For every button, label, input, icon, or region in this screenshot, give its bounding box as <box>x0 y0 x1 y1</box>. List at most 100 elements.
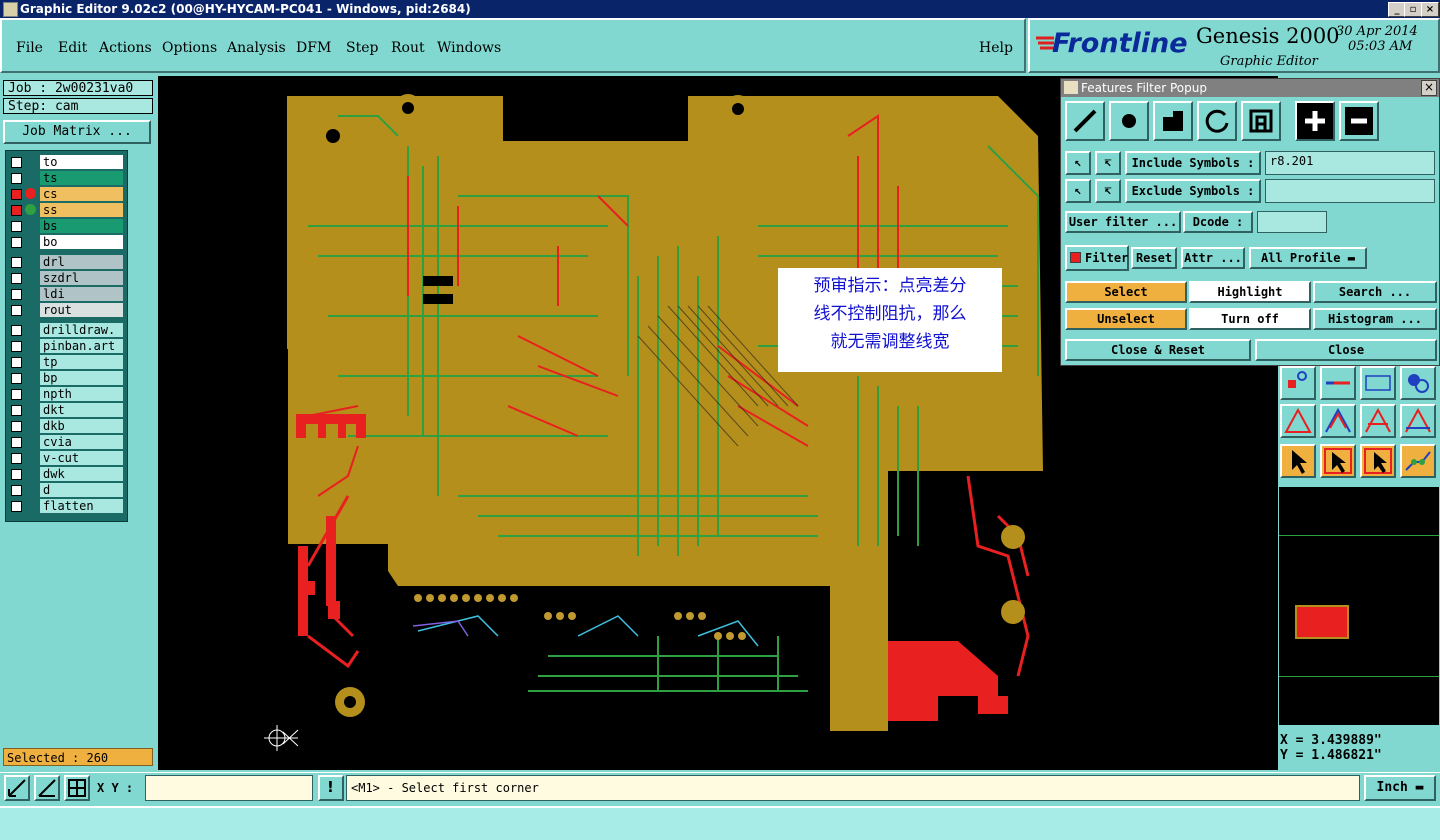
menu-help[interactable]: Help <box>979 40 1013 56</box>
layer-checkbox[interactable] <box>11 237 22 248</box>
units-dropdown[interactable]: Inch ▬ <box>1364 775 1436 801</box>
text-type-toggle[interactable] <box>1241 101 1281 141</box>
grid-tool-icon[interactable] <box>64 775 90 801</box>
layer-row-tp[interactable]: tp <box>8 355 124 369</box>
triangle-red-icon[interactable] <box>1280 404 1316 438</box>
layer-row-cs[interactable]: cs <box>8 187 124 201</box>
pad-type-toggle[interactable] <box>1109 101 1149 141</box>
layer-row-dkt[interactable]: dkt <box>8 403 124 417</box>
layer-checkbox[interactable] <box>11 305 22 316</box>
close-button[interactable]: Close <box>1255 339 1437 361</box>
pointer-tool-icon[interactable] <box>1280 444 1316 478</box>
measure-box-icon[interactable] <box>1360 366 1396 400</box>
close-reset-button[interactable]: Close & Reset <box>1065 339 1251 361</box>
layer-row-drilldraw[interactable]: drilldraw. <box>8 323 124 337</box>
exclude-symbols-input[interactable] <box>1265 179 1435 203</box>
menu-step[interactable]: Step <box>346 40 378 56</box>
include-arrow-icon[interactable]: ↖ <box>1065 151 1091 175</box>
layer-checkbox[interactable] <box>11 257 22 268</box>
menu-actions[interactable]: Actions <box>99 40 152 56</box>
layer-row-v-cut[interactable]: v-cut <box>8 451 124 465</box>
popup-close-icon[interactable]: × <box>1421 80 1437 96</box>
include-symbols-input[interactable]: r8.201 <box>1265 151 1435 175</box>
layer-row-ldi[interactable]: ldi <box>8 287 124 301</box>
arc-type-toggle[interactable] <box>1197 101 1237 141</box>
layer-row-flatten[interactable]: flatten <box>8 499 124 513</box>
maximize-button[interactable]: ▫ <box>1404 2 1422 17</box>
pointer-box-icon[interactable] <box>1320 444 1356 478</box>
menu-windows[interactable]: Windows <box>437 40 501 56</box>
exclude-arrow-icon[interactable]: ↖ <box>1065 179 1091 203</box>
turn-off-button[interactable]: Turn off <box>1189 308 1311 330</box>
layer-checkbox[interactable] <box>11 373 22 384</box>
layer-row-bo[interactable]: bo <box>8 235 124 249</box>
layer-row-ss[interactable]: ss <box>8 203 124 217</box>
layer-checkbox[interactable] <box>11 157 22 168</box>
user-filter-button[interactable]: User filter ... <box>1065 211 1181 233</box>
layer-checkbox[interactable] <box>11 501 22 512</box>
attr-button[interactable]: Attr ... <box>1181 247 1245 269</box>
zoom-tool-icon[interactable] <box>4 775 30 801</box>
layer-checkbox[interactable] <box>11 357 22 368</box>
positive-polarity-icon[interactable] <box>1295 101 1335 141</box>
exclude-popup-icon[interactable]: ↸ <box>1095 179 1121 203</box>
menu-file[interactable]: File <box>16 40 43 56</box>
layer-row-rout[interactable]: rout <box>8 303 124 317</box>
layer-checkbox[interactable] <box>11 405 22 416</box>
layer-checkbox[interactable] <box>11 273 22 284</box>
layer-checkbox[interactable] <box>11 485 22 496</box>
unselect-button[interactable]: Unselect <box>1065 308 1187 330</box>
surface-type-toggle[interactable] <box>1153 101 1193 141</box>
search-button[interactable]: Search ... <box>1313 281 1437 303</box>
layers-compare-icon[interactable] <box>1400 366 1436 400</box>
layer-checkbox[interactable] <box>11 289 22 300</box>
measure-line-icon[interactable] <box>1320 366 1356 400</box>
layer-row-d[interactable]: d <box>8 483 124 497</box>
line-type-toggle[interactable] <box>1065 101 1105 141</box>
select-button[interactable]: Select <box>1065 281 1187 303</box>
highlight-button[interactable]: Highlight <box>1189 281 1311 303</box>
layer-row-to[interactable]: to <box>8 155 124 169</box>
layer-checkbox[interactable] <box>11 389 22 400</box>
alert-icon[interactable]: ! <box>318 775 344 801</box>
menu-options[interactable]: Options <box>162 40 217 56</box>
overview-viewport[interactable] <box>1295 605 1349 639</box>
layer-row-bp[interactable]: bp <box>8 371 124 385</box>
route-tool-icon[interactable] <box>1400 444 1436 478</box>
layer-checkbox[interactable] <box>11 189 22 200</box>
menu-rout[interactable]: Rout <box>391 40 425 56</box>
menu-analysis[interactable]: Analysis <box>227 40 286 56</box>
histogram-button[interactable]: Histogram ... <box>1313 308 1437 330</box>
negative-polarity-icon[interactable] <box>1339 101 1379 141</box>
layer-checkbox[interactable] <box>11 221 22 232</box>
snap-tool-icon[interactable] <box>1280 366 1316 400</box>
job-matrix-button[interactable]: Job Matrix ... <box>3 120 151 144</box>
filter-checkbox[interactable]: Filter <box>1065 245 1129 271</box>
triangle-mixed-icon[interactable] <box>1320 404 1356 438</box>
layer-row-dkb[interactable]: dkb <box>8 419 124 433</box>
menu-dfm[interactable]: DFM <box>296 40 331 56</box>
layer-row-ts[interactable]: ts <box>8 171 124 185</box>
close-window-button[interactable]: × <box>1421 2 1439 17</box>
layer-row-cvia[interactable]: cvia <box>8 435 124 449</box>
reset-button[interactable]: Reset <box>1131 247 1177 269</box>
layer-checkbox[interactable] <box>11 437 22 448</box>
layer-checkbox[interactable] <box>11 341 22 352</box>
pointer-area-icon[interactable] <box>1360 444 1396 478</box>
layer-row-npth[interactable]: npth <box>8 387 124 401</box>
layer-checkbox[interactable] <box>11 173 22 184</box>
layer-checkbox[interactable] <box>11 469 22 480</box>
arch-tool-icon[interactable] <box>1360 404 1396 438</box>
layer-checkbox[interactable] <box>11 325 22 336</box>
profile-dropdown[interactable]: All Profile ▬ <box>1249 247 1367 269</box>
layer-row-drl[interactable]: drl <box>8 255 124 269</box>
overview-map[interactable] <box>1278 486 1440 726</box>
layer-checkbox[interactable] <box>11 453 22 464</box>
include-popup-icon[interactable]: ↸ <box>1095 151 1121 175</box>
layer-checkbox[interactable] <box>11 205 22 216</box>
measure-tool-icon[interactable] <box>34 775 60 801</box>
layer-row-bs[interactable]: bs <box>8 219 124 233</box>
xy-input[interactable] <box>145 775 313 801</box>
arch-blue-icon[interactable] <box>1400 404 1436 438</box>
menu-edit[interactable]: Edit <box>58 40 87 56</box>
